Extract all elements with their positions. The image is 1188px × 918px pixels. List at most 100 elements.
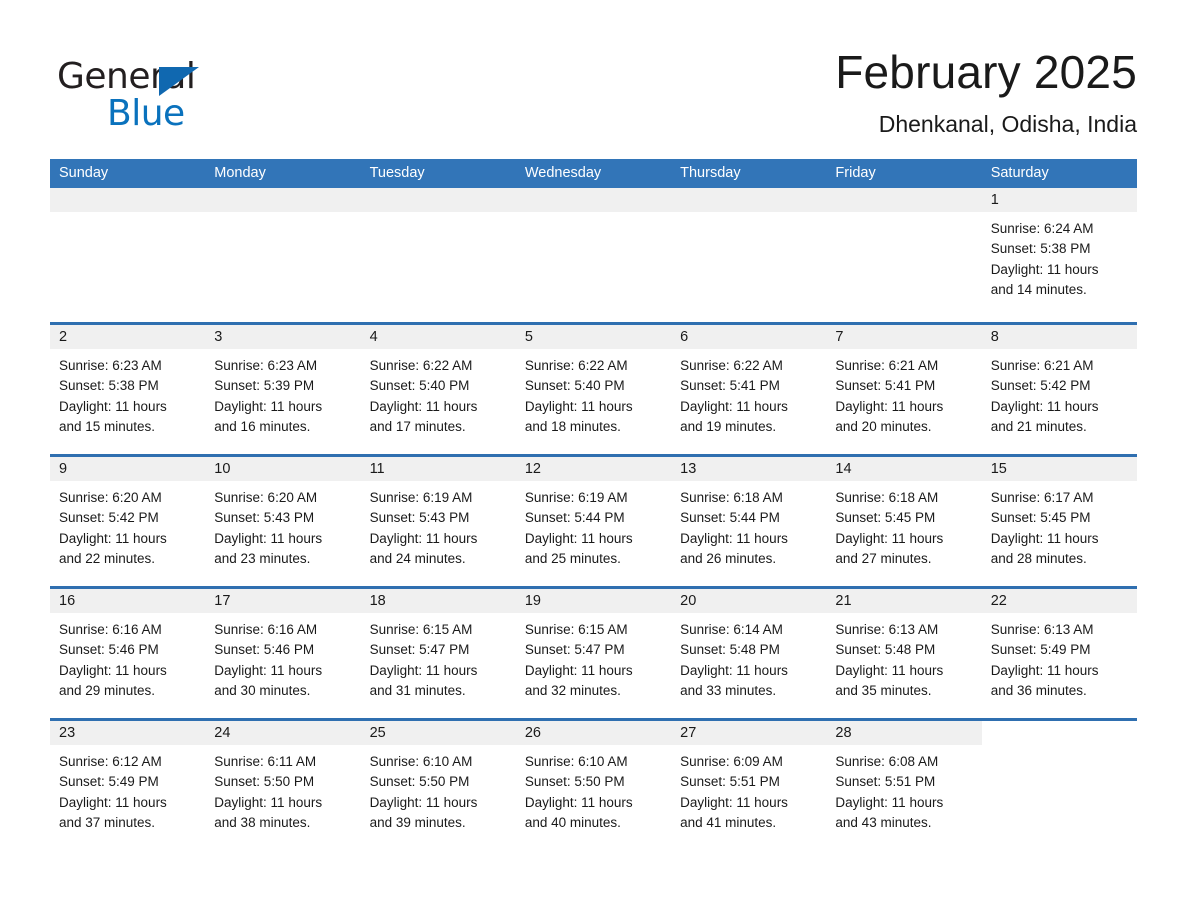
sunset-time: Sunset: 5:47 PM: [524, 642, 625, 658]
sunset-time: Sunset: 5:45 PM: [990, 510, 1091, 526]
day-cell[interactable]: 6 Sunrise: 6:22 AM Sunset: 5:41 PM Daylight…: [671, 325, 827, 454]
sunrise-time: Sunrise: 6:20 AM: [214, 490, 318, 505]
day-number: 14: [826, 457, 982, 481]
day-number: 17: [205, 589, 361, 613]
day-cell[interactable]: 9 Sunrise: 6:20 AM Sunset: 5:42 PM Daylight…: [50, 457, 206, 586]
sunset-time: Sunset: 5:48 PM: [680, 642, 780, 658]
weekday-header-row: Sunday Monday Tuesday Wednesday Thursday…: [50, 159, 1137, 188]
day-cell-empty: [205, 188, 361, 322]
sunrise-time: Sunrise: 6:10 AM: [524, 754, 628, 769]
week-row: 23 Sunrise: 6:12 AM Sunset: 5:49 PM Dayligh…: [50, 718, 1137, 850]
sunset-time: Sunset: 5:44 PM: [680, 510, 780, 526]
sunset-time: Sunset: 5:40 PM: [369, 378, 470, 394]
day-cell[interactable]: 23 Sunrise: 6:12 AM Sunset: 5:49 PM Dayligh…: [50, 721, 206, 850]
sunrise-time: Sunrise: 6:10 AM: [369, 754, 473, 769]
day-number: 4: [360, 325, 516, 349]
sunset-time: Sunset: 5:41 PM: [680, 378, 780, 394]
sunrise-time: Sunrise: 6:20 AM: [59, 490, 162, 505]
day-cell[interactable]: 1 Sunrise: 6:24 AM Sunset: 5:38 PM Daylight…: [981, 188, 1137, 322]
day-cell[interactable]: 5 Sunrise: 6:22 AM Sunset: 5:40 PM Daylight…: [515, 325, 672, 454]
general-blue-logo[interactable]: General Blue: [57, 56, 317, 142]
day-number: 16: [50, 589, 206, 613]
weeks-container: 1 Sunrise: 6:24 AM Sunset: 5:38 PM Daylight…: [50, 188, 1137, 850]
day-details: Sunrise: 6:08 AM Sunset: 5:51 PM Daylight:…: [826, 745, 981, 833]
day-cell[interactable]: 14 Sunrise: 6:18 AM Sunset: 5:45 PM Dayligh…: [826, 457, 982, 586]
day-details: Sunrise: 6:10 AM Sunset: 5:50 PM Daylight:…: [516, 745, 671, 833]
daylight-duration-line2: and 17 minutes.: [369, 418, 466, 434]
day-cell[interactable]: 12 Sunrise: 6:19 AM Sunset: 5:44 PM Dayligh…: [515, 457, 672, 586]
sunrise-time: Sunrise: 6:21 AM: [990, 358, 1094, 373]
sunrise-time: Sunrise: 6:22 AM: [680, 358, 783, 373]
sunrise-time: Sunrise: 6:24 AM: [990, 221, 1094, 236]
day-number-band-empty: [360, 188, 516, 212]
week-row: 16 Sunrise: 6:16 AM Sunset: 5:46 PM Dayligh…: [50, 586, 1137, 718]
day-cell[interactable]: 28 Sunrise: 6:08 AM Sunset: 5:51 PM Dayligh…: [826, 721, 982, 850]
calendar-page: General Blue February 2025 Dhenkanal, Od…: [0, 0, 1188, 918]
day-cell[interactable]: 2 Sunrise: 6:23 AM Sunset: 5:38 PM Daylight…: [50, 325, 206, 454]
day-cell-empty: [981, 721, 1137, 850]
daylight-duration-line2: and 28 minutes.: [990, 550, 1087, 566]
day-cell-empty: [671, 188, 827, 322]
day-cell[interactable]: 18 Sunrise: 6:15 AM Sunset: 5:47 PM Dayligh…: [360, 589, 516, 718]
day-cell[interactable]: 3 Sunrise: 6:23 AM Sunset: 5:39 PM Daylight…: [205, 325, 361, 454]
day-number: 21: [826, 589, 982, 613]
day-cell[interactable]: 19 Sunrise: 6:15 AM Sunset: 5:47 PM Dayligh…: [515, 589, 672, 718]
day-number: 5: [515, 325, 672, 349]
day-number: 27: [671, 721, 827, 745]
day-cell[interactable]: 22 Sunrise: 6:13 AM Sunset: 5:49 PM Dayligh…: [981, 589, 1137, 718]
day-details: Sunrise: 6:23 AM Sunset: 5:38 PM Daylight:…: [50, 349, 205, 437]
logo-triangle-icon: [159, 67, 199, 96]
day-cell[interactable]: 20 Sunrise: 6:14 AM Sunset: 5:48 PM Dayligh…: [671, 589, 827, 718]
day-details: Sunrise: 6:19 AM Sunset: 5:44 PM Daylight:…: [516, 481, 671, 569]
day-cell[interactable]: 13 Sunrise: 6:18 AM Sunset: 5:44 PM Dayligh…: [671, 457, 827, 586]
day-cell[interactable]: 4 Sunrise: 6:22 AM Sunset: 5:40 PM Daylight…: [360, 325, 516, 454]
day-cell[interactable]: 26 Sunrise: 6:10 AM Sunset: 5:50 PM Dayligh…: [515, 721, 672, 850]
daylight-duration-line1: Daylight: 11 hours: [369, 794, 478, 810]
daylight-duration-line2: and 19 minutes.: [680, 418, 777, 434]
sunset-time: Sunset: 5:46 PM: [59, 642, 159, 658]
day-number: 18: [360, 589, 516, 613]
day-cell[interactable]: 11 Sunrise: 6:19 AM Sunset: 5:43 PM Dayligh…: [360, 457, 516, 586]
sunset-time: Sunset: 5:49 PM: [59, 774, 159, 790]
weekday-header-wednesday: Wednesday: [524, 165, 602, 181]
daylight-duration-line2: and 25 minutes.: [524, 550, 621, 566]
daylight-duration-line1: Daylight: 11 hours: [369, 530, 478, 546]
sunrise-time: Sunrise: 6:16 AM: [59, 622, 162, 637]
daylight-duration-line2: and 41 minutes.: [680, 814, 777, 830]
daylight-duration-line2: and 30 minutes.: [214, 682, 311, 698]
day-number: 12: [515, 457, 672, 481]
daylight-duration-line2: and 33 minutes.: [680, 682, 777, 698]
day-details: Sunrise: 6:23 AM Sunset: 5:39 PM Daylight:…: [205, 349, 360, 437]
day-number: 10: [205, 457, 361, 481]
day-details: Sunrise: 6:16 AM Sunset: 5:46 PM Daylight:…: [205, 613, 360, 701]
sunrise-time: Sunrise: 6:23 AM: [59, 358, 162, 373]
day-number: 1: [981, 188, 1137, 212]
day-cell[interactable]: 7 Sunrise: 6:21 AM Sunset: 5:41 PM Daylight…: [826, 325, 982, 454]
day-cell[interactable]: 17 Sunrise: 6:16 AM Sunset: 5:46 PM Dayligh…: [205, 589, 361, 718]
page-header: General Blue February 2025 Dhenkanal, Od…: [50, 44, 1137, 154]
day-cell[interactable]: 27 Sunrise: 6:09 AM Sunset: 5:51 PM Dayligh…: [671, 721, 827, 850]
sunrise-time: Sunrise: 6:16 AM: [214, 622, 318, 637]
day-details: Sunrise: 6:13 AM Sunset: 5:49 PM Daylight:…: [982, 613, 1137, 701]
day-cell[interactable]: 8 Sunrise: 6:21 AM Sunset: 5:42 PM Daylight…: [981, 325, 1137, 454]
daylight-duration-line1: Daylight: 11 hours: [680, 530, 788, 546]
daylight-duration-line1: Daylight: 11 hours: [214, 398, 323, 414]
day-cell[interactable]: 16 Sunrise: 6:16 AM Sunset: 5:46 PM Dayligh…: [50, 589, 206, 718]
sunset-time: Sunset: 5:42 PM: [59, 510, 159, 526]
sunrise-time: Sunrise: 6:14 AM: [680, 622, 783, 637]
day-cell[interactable]: 25 Sunrise: 6:10 AM Sunset: 5:50 PM Dayligh…: [360, 721, 516, 850]
title-block: February 2025 Dhenkanal, Odisha, India: [835, 44, 1137, 138]
page-title: February 2025: [835, 46, 1137, 98]
day-number: 26: [515, 721, 672, 745]
sunset-time: Sunset: 5:50 PM: [214, 774, 315, 790]
sunset-time: Sunset: 5:45 PM: [835, 510, 936, 526]
calendar-grid: Sunday Monday Tuesday Wednesday Thursday…: [50, 159, 1137, 850]
day-cell[interactable]: 10 Sunrise: 6:20 AM Sunset: 5:43 PM Dayligh…: [205, 457, 361, 586]
day-details: Sunrise: 6:20 AM Sunset: 5:43 PM Daylight:…: [205, 481, 360, 569]
day-cell[interactable]: 15 Sunrise: 6:17 AM Sunset: 5:45 PM Dayligh…: [981, 457, 1137, 586]
daylight-duration-line1: Daylight: 11 hours: [680, 398, 788, 414]
day-number: 23: [50, 721, 206, 745]
day-cell[interactable]: 24 Sunrise: 6:11 AM Sunset: 5:50 PM Dayligh…: [205, 721, 361, 850]
daylight-duration-line1: Daylight: 11 hours: [524, 662, 633, 678]
day-cell[interactable]: 21 Sunrise: 6:13 AM Sunset: 5:48 PM Dayligh…: [826, 589, 982, 718]
